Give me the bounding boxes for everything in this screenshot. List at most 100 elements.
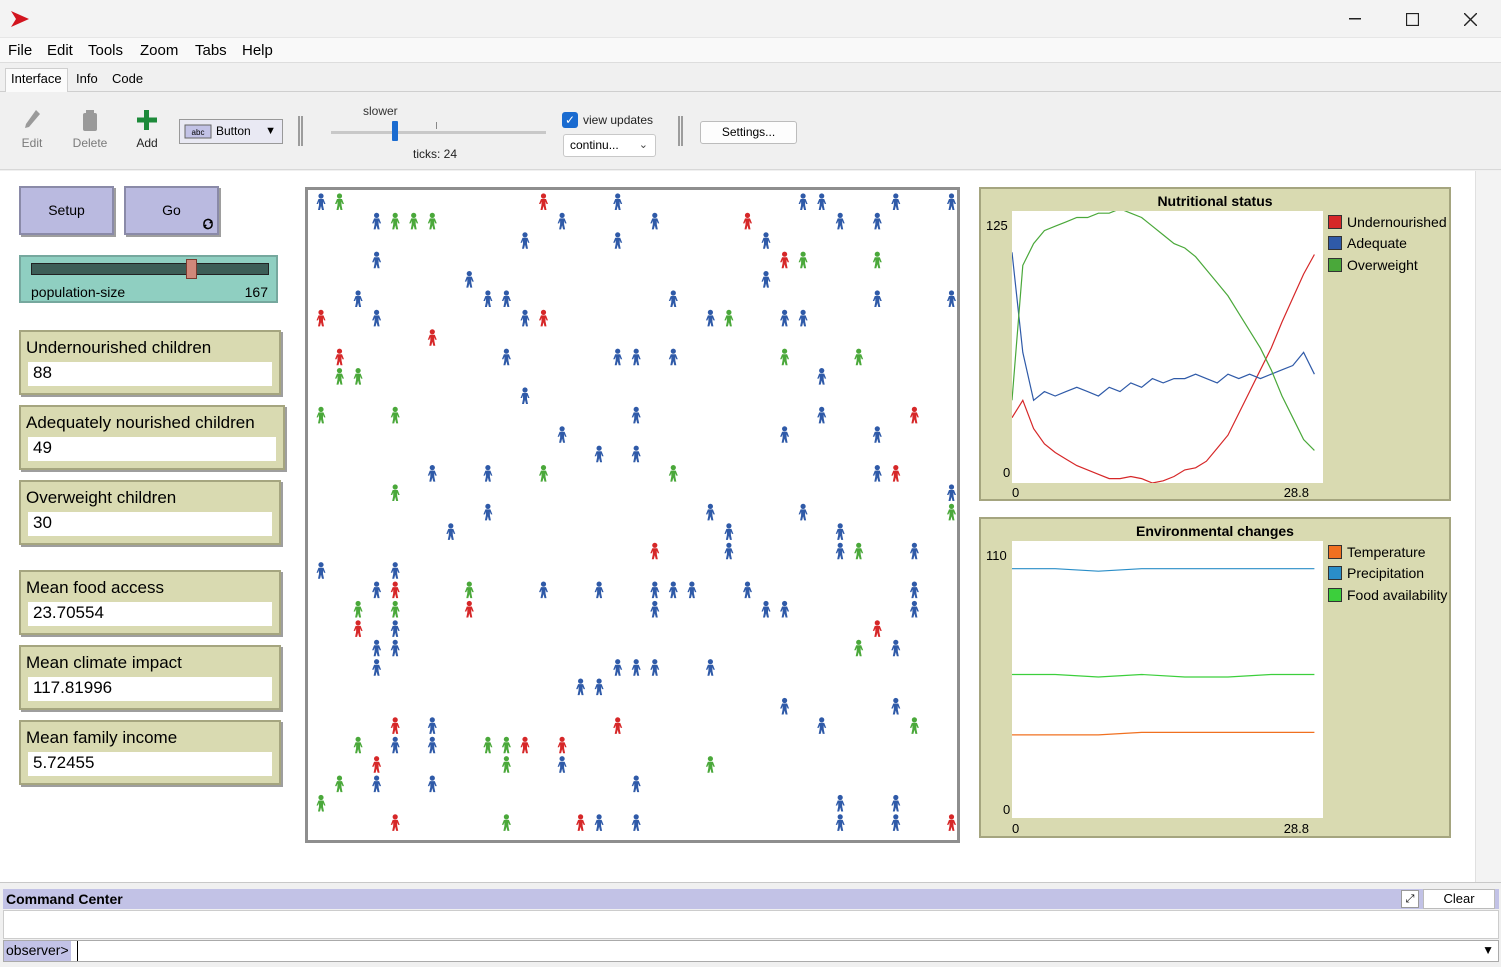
person-agent bbox=[427, 717, 437, 734]
legend-swatch bbox=[1328, 566, 1342, 581]
monitor-value: 23.70554 bbox=[28, 602, 272, 626]
person-agent bbox=[835, 542, 845, 560]
menu-tools[interactable]: Tools bbox=[88, 42, 123, 59]
expand-icon[interactable]: ⤢ bbox=[1401, 890, 1419, 908]
monitor-overweight: Overweight children 30 bbox=[19, 480, 281, 545]
monitor-value: 117.81996 bbox=[28, 677, 272, 701]
legend-item: Food availability bbox=[1328, 584, 1447, 606]
tab-code[interactable]: Code bbox=[107, 69, 148, 91]
person-agent bbox=[520, 309, 530, 327]
person-agent bbox=[872, 251, 882, 269]
monitor-label: Mean family income bbox=[26, 728, 178, 747]
legend-swatch bbox=[1328, 236, 1342, 251]
person-agent bbox=[724, 542, 734, 560]
command-input[interactable] bbox=[77, 941, 1472, 961]
menu-zoom[interactable]: Zoom bbox=[140, 42, 178, 59]
person-agent bbox=[780, 309, 790, 327]
person-agent bbox=[743, 212, 752, 230]
monitor-family-income: Mean family income 5.72455 bbox=[19, 720, 281, 785]
person-agent bbox=[631, 659, 641, 676]
y-min-label: 0 bbox=[1003, 465, 1011, 480]
person-agent bbox=[464, 271, 474, 288]
menu-file[interactable]: File bbox=[8, 42, 32, 59]
chevron-down-icon: ▼ bbox=[265, 125, 276, 137]
person-agent bbox=[780, 251, 790, 269]
person-agent bbox=[427, 465, 437, 482]
vertical-scrollbar[interactable] bbox=[1475, 171, 1501, 882]
settings-button[interactable]: Settings... bbox=[700, 121, 797, 144]
person-agent bbox=[631, 445, 641, 463]
menu-tabs[interactable]: Tabs bbox=[195, 42, 227, 59]
person-agent bbox=[483, 465, 493, 482]
person-agent bbox=[650, 600, 660, 618]
legend-item: Undernourished bbox=[1328, 211, 1447, 233]
tab-info[interactable]: Info bbox=[71, 69, 103, 91]
menu-bar: File Edit Tools Zoom Tabs Help bbox=[0, 38, 1501, 63]
plot-area bbox=[1012, 541, 1323, 818]
add-tool-button[interactable]: Add bbox=[124, 108, 170, 150]
person-agent bbox=[798, 503, 808, 521]
person-agent bbox=[947, 484, 956, 501]
x-min-label: 0 bbox=[1012, 485, 1020, 500]
person-agent bbox=[909, 542, 919, 560]
maximize-button[interactable] bbox=[1383, 0, 1441, 38]
go-button[interactable]: Go bbox=[124, 186, 219, 235]
person-agent bbox=[335, 368, 344, 385]
person-agent bbox=[891, 465, 901, 482]
speed-label: slower bbox=[363, 104, 398, 118]
person-agent bbox=[353, 600, 363, 618]
population-size-slider[interactable]: population-size 167 bbox=[19, 255, 278, 303]
slider-knob[interactable] bbox=[185, 259, 197, 279]
observer-prompt[interactable]: observer> bbox=[4, 941, 71, 961]
legend-swatch bbox=[1328, 257, 1342, 272]
monitor-label: Mean climate impact bbox=[26, 653, 182, 672]
monitor-label: Adequately nourished children bbox=[26, 413, 255, 432]
tab-bar: Interface Info Code bbox=[0, 64, 1501, 93]
person-agent bbox=[316, 406, 326, 424]
person-agent bbox=[817, 406, 827, 424]
widget-type-select[interactable]: abc Button ▼ bbox=[179, 119, 283, 144]
person-agent bbox=[390, 600, 400, 618]
series-line-temperature bbox=[1012, 731, 1315, 736]
person-agent bbox=[520, 387, 530, 404]
go-button-label: Go bbox=[162, 202, 181, 218]
trash-icon bbox=[83, 110, 97, 131]
person-agent bbox=[557, 212, 567, 230]
minimize-button[interactable] bbox=[1326, 0, 1384, 38]
clear-button[interactable]: Clear bbox=[1423, 889, 1495, 909]
delete-tool-button[interactable]: Delete bbox=[67, 108, 113, 150]
close-button[interactable] bbox=[1441, 0, 1499, 38]
update-mode-select[interactable]: continu... ⌄ bbox=[563, 134, 656, 157]
add-tool-label: Add bbox=[136, 136, 158, 150]
person-agent bbox=[594, 581, 604, 599]
slider-rail[interactable] bbox=[31, 263, 269, 275]
command-center-header: Command Center ⤢ Clear bbox=[3, 889, 1499, 909]
menu-edit[interactable]: Edit bbox=[47, 42, 73, 59]
speed-slider-thumb[interactable] bbox=[392, 121, 398, 141]
person-agent bbox=[539, 193, 548, 210]
tab-interface[interactable]: Interface bbox=[5, 68, 68, 93]
person-agent bbox=[724, 523, 734, 540]
widget-type-value: Button bbox=[216, 124, 251, 138]
setup-button[interactable]: Setup bbox=[19, 186, 114, 235]
toolbar: Edit Delete Add abc Button ▼ slower tick… bbox=[0, 92, 1501, 170]
chevron-down-icon: ⌄ bbox=[638, 139, 648, 151]
menu-help[interactable]: Help bbox=[242, 42, 273, 59]
edit-tool-button[interactable]: Edit bbox=[9, 108, 55, 150]
person-agent bbox=[668, 290, 678, 307]
legend-label: Precipitation bbox=[1347, 565, 1425, 582]
person-agent bbox=[891, 814, 901, 831]
view-updates-checkbox[interactable]: ✓ bbox=[562, 112, 578, 128]
history-dropdown-icon[interactable]: ▼ bbox=[1482, 943, 1494, 957]
monitor-adequate: Adequately nourished children 49 bbox=[19, 405, 285, 470]
person-agent bbox=[390, 581, 400, 599]
speed-slider-track[interactable] bbox=[331, 131, 546, 134]
person-agent bbox=[705, 659, 715, 676]
world-view[interactable] bbox=[305, 187, 960, 843]
person-agent bbox=[668, 465, 678, 482]
svg-text:abc: abc bbox=[192, 128, 205, 137]
person-agent bbox=[557, 426, 567, 443]
person-agent bbox=[390, 484, 400, 501]
person-agent bbox=[891, 697, 901, 715]
speed-slider-center-tick bbox=[436, 122, 437, 129]
